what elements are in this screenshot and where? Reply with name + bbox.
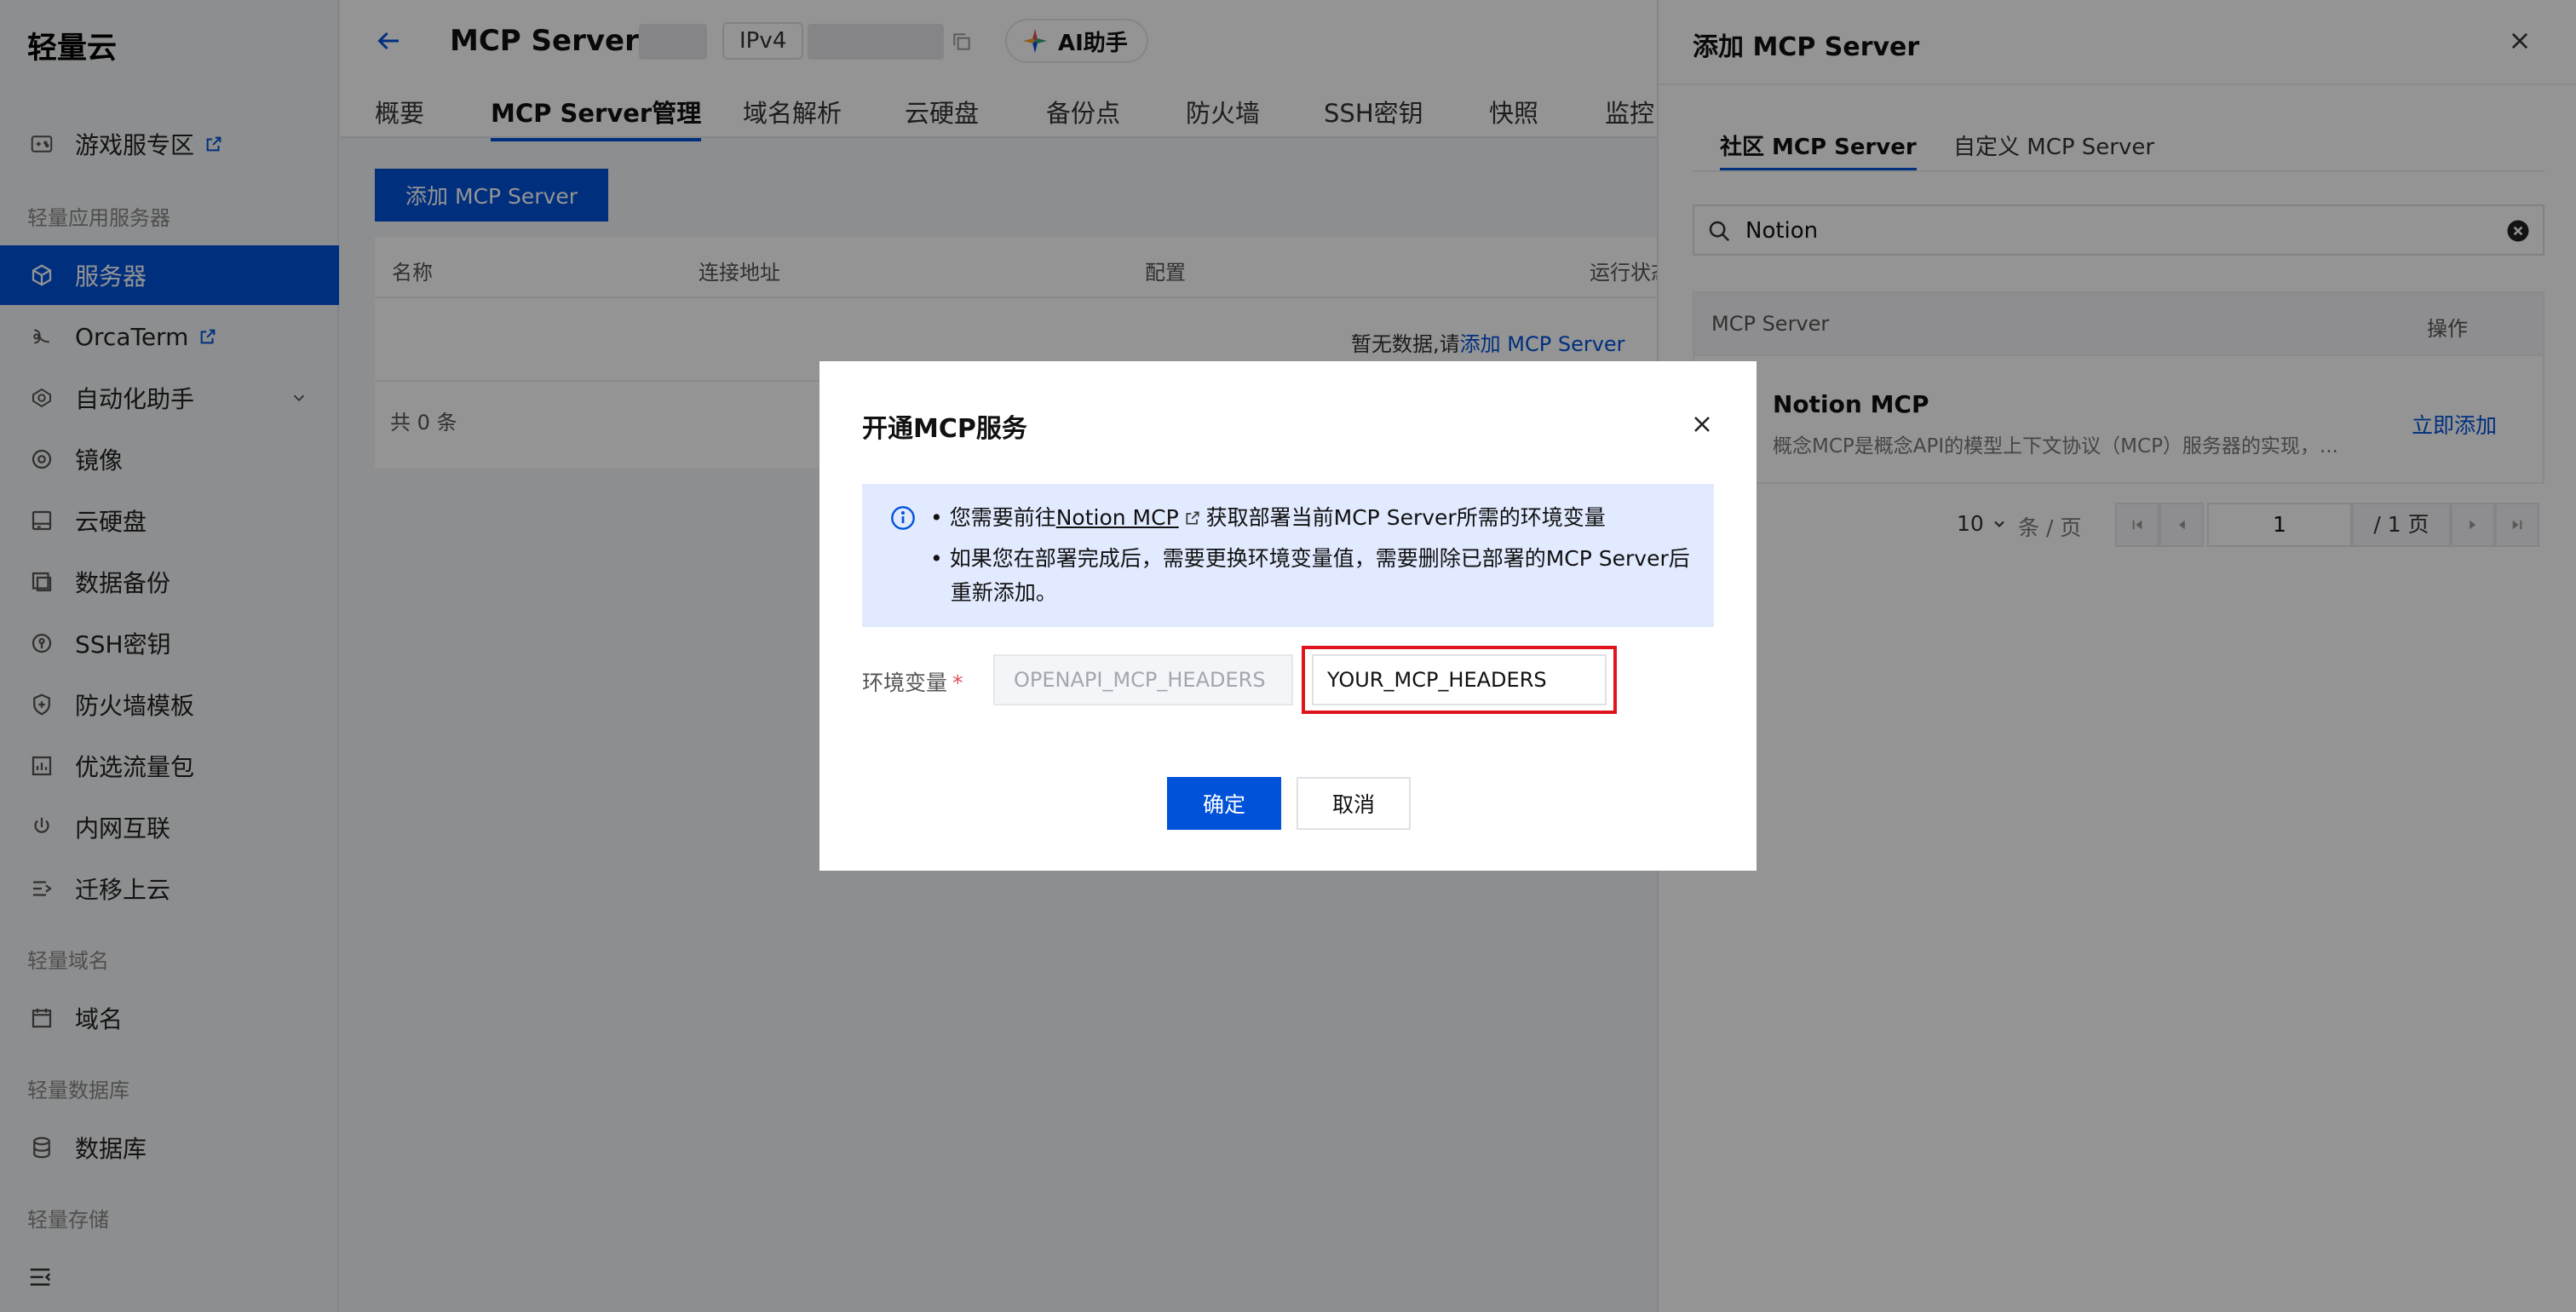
- info-alert: • 您需要前往Notion MCP 获取部署当前MCP Server所需的环境变量…: [862, 484, 1714, 627]
- alert-bullet: • 如果您在部署完成后，需要更换环境变量值，需要删除已部署的MCP Server…: [930, 546, 1690, 605]
- close-icon[interactable]: [1692, 414, 1712, 434]
- env-var-key-field: OPENAPI_MCP_HEADERS: [993, 654, 1293, 705]
- external-link-icon: [1186, 511, 1199, 525]
- required-marker: *: [952, 670, 963, 695]
- confirm-button[interactable]: 确定: [1167, 777, 1281, 830]
- env-var-label: 环境变量 *: [862, 670, 963, 695]
- cancel-button[interactable]: 取消: [1297, 777, 1411, 830]
- enable-mcp-dialog: 开通MCP服务 • 您需要前往Notion MCP 获取部署当前MCP Serve…: [819, 361, 1757, 871]
- notion-mcp-link[interactable]: Notion MCP: [1056, 505, 1179, 530]
- env-var-value-input[interactable]: YOUR_MCP_HEADERS: [1312, 654, 1607, 705]
- info-icon: [891, 506, 915, 530]
- alert-bullet: • 您需要前往Notion MCP 获取部署当前MCP Server所需的环境变量: [930, 505, 1606, 530]
- dialog-title: 开通MCP服务: [862, 414, 1027, 444]
